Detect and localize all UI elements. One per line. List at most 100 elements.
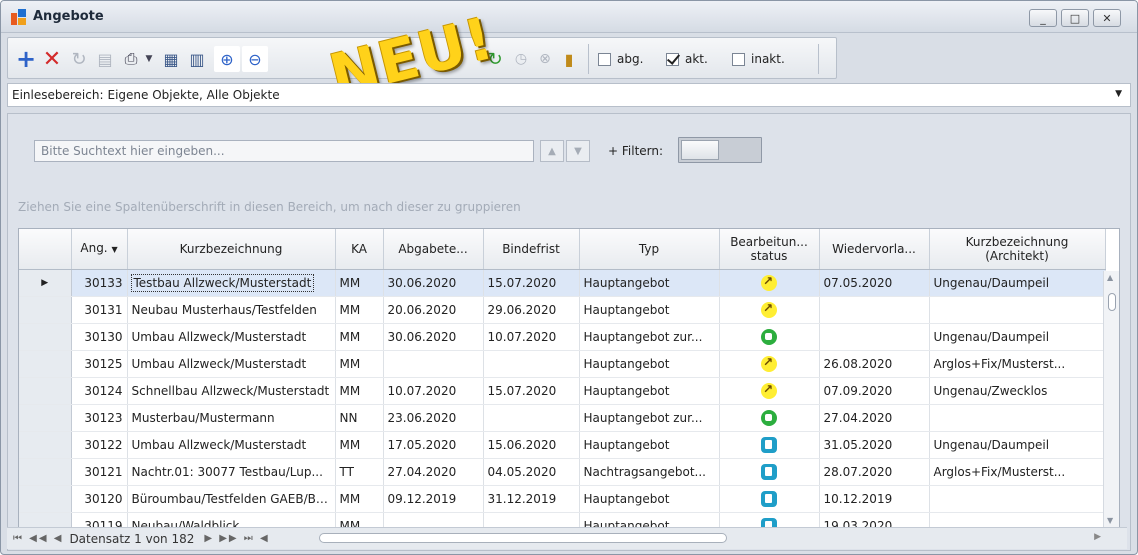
cell-kurzbezeichnung[interactable]: Umbau Allzweck/Musterstadt (127, 323, 336, 351)
cell-typ[interactable]: Hauptangebot (579, 512, 720, 527)
column-header-status[interactable]: Bearbeitun... status (719, 229, 820, 270)
cell-ka[interactable]: TT (335, 458, 384, 486)
cell-status[interactable] (719, 458, 820, 486)
table-row[interactable]: 30131 Neubau Musterhaus/Testfelden MM 20.06… (19, 296, 1106, 324)
row-indicator[interactable] (19, 458, 72, 486)
column-header-wiedervorlage[interactable]: Wiedervorla... (819, 229, 930, 270)
cell-bindefrist[interactable]: 15.06.2020 (483, 431, 580, 459)
cell-architekt[interactable] (929, 404, 1106, 432)
cell-architekt[interactable]: Ungenau/Zwecklos (929, 377, 1106, 405)
cell-typ[interactable]: Hauptangebot (579, 350, 720, 378)
cell-wiedervorlage[interactable] (819, 296, 930, 324)
cell-ang[interactable]: 30124 (71, 377, 128, 405)
cell-bindefrist[interactable]: 04.05.2020 (483, 458, 580, 486)
cell-kurzbezeichnung[interactable]: Nachtr.01: 30077 Testbau/Lup... (127, 458, 336, 486)
table-row[interactable]: 30121 Nachtr.01: 30077 Testbau/Lup... TT 27… (19, 458, 1106, 486)
cell-ka[interactable]: MM (335, 350, 384, 378)
table-row[interactable]: 30123 Musterbau/Mustermann NN 23.06.2020 Hau… (19, 404, 1106, 432)
range-value[interactable]: Eigene Objekte, Alle Objekte (104, 88, 280, 102)
cell-ka[interactable]: NN (335, 404, 384, 432)
cell-status[interactable] (719, 269, 820, 297)
cell-ang[interactable]: 30125 (71, 350, 128, 378)
cell-ka[interactable]: MM (335, 485, 384, 513)
clipboard-icon[interactable]: ▮ (558, 46, 580, 72)
cell-kurzbezeichnung[interactable]: Neubau/Waldblick (127, 512, 336, 527)
cell-kurzbezeichnung[interactable]: Testbau Allzweck/Musterstadt (127, 269, 336, 297)
row-indicator[interactable] (19, 323, 72, 351)
search-input[interactable]: Bitte Suchtext hier eingeben... (34, 140, 534, 162)
cell-ang[interactable]: 30123 (71, 404, 128, 432)
first-prev-record-icon[interactable]: ⏮ ◀◀ ◀ (7, 533, 69, 544)
close-button[interactable]: ✕ (1093, 9, 1121, 27)
cell-typ[interactable]: Hauptangebot (579, 485, 720, 513)
table-row[interactable]: 30125 Umbau Allzweck/Musterstadt MM Hauptan… (19, 350, 1106, 378)
table-row[interactable]: 30124 Schnellbau Allzweck/Musterstadt MM 10… (19, 377, 1106, 405)
cell-bindefrist[interactable] (483, 512, 580, 527)
cell-abgabetermin[interactable]: 23.06.2020 (383, 404, 484, 432)
checkbox-abg[interactable]: abg. (598, 52, 643, 66)
checkbox-akt[interactable]: akt. (666, 52, 708, 66)
checkbox-inakt-box[interactable] (732, 52, 745, 66)
range-bar[interactable]: Einlesebereich: Eigene Objekte, Alle Obj… (7, 83, 1131, 107)
cell-abgabetermin[interactable]: 20.06.2020 (383, 296, 484, 324)
cell-ka[interactable]: MM (335, 296, 384, 324)
cell-status[interactable] (719, 404, 820, 432)
cell-status[interactable] (719, 512, 820, 527)
cell-architekt[interactable] (929, 485, 1106, 513)
maximize-button[interactable]: □ (1061, 9, 1089, 27)
row-indicator[interactable] (19, 377, 72, 405)
row-indicator[interactable] (19, 431, 72, 459)
cell-status[interactable] (719, 485, 820, 513)
table-icon[interactable]: ▥ (186, 46, 208, 72)
row-indicator[interactable] (19, 512, 72, 527)
cell-abgabetermin[interactable] (383, 512, 484, 527)
cell-ang[interactable]: 30120 (71, 485, 128, 513)
cell-kurzbezeichnung[interactable]: Umbau Allzweck/Musterstadt (127, 350, 336, 378)
column-header-bindefrist[interactable]: Bindefrist (483, 229, 580, 270)
cell-abgabetermin[interactable]: 30.06.2020 (383, 323, 484, 351)
cell-bindefrist[interactable]: 29.06.2020 (483, 296, 580, 324)
checkbox-inakt[interactable]: inakt. (732, 52, 785, 66)
cell-bindefrist[interactable]: 31.12.2019 (483, 485, 580, 513)
delete-icon[interactable]: ✕ (40, 46, 64, 72)
checkbox-abg-box[interactable] (598, 52, 611, 66)
cell-typ[interactable]: Hauptangebot (579, 269, 720, 297)
next-last-record-icon[interactable]: ▶ ▶▶ ⏭ ◀ (194, 533, 275, 544)
cell-typ[interactable]: Hauptangebot (579, 377, 720, 405)
cell-kurzbezeichnung[interactable]: Umbau Allzweck/Musterstadt (127, 431, 336, 459)
cell-bindefrist[interactable]: 15.07.2020 (483, 377, 580, 405)
cell-status[interactable] (719, 377, 820, 405)
cell-architekt[interactable]: Arglos+Fix/Musterst... (929, 350, 1106, 378)
cell-wiedervorlage[interactable]: 27.04.2020 (819, 404, 930, 432)
cell-wiedervorlage[interactable]: 10.12.2019 (819, 485, 930, 513)
cell-status[interactable] (719, 296, 820, 324)
cell-status[interactable] (719, 350, 820, 378)
cell-typ[interactable]: Hauptangebot (579, 431, 720, 459)
column-header-kurzbezeichnung[interactable]: Kurzbezeichnung (127, 229, 336, 270)
cell-wiedervorlage[interactable] (819, 323, 930, 351)
row-indicator[interactable] (19, 350, 72, 378)
cell-typ[interactable]: Hauptangebot (579, 296, 720, 324)
range-dropdown-icon[interactable]: ▼ (1115, 89, 1122, 99)
row-indicator[interactable] (19, 485, 72, 513)
search-prev-button[interactable]: ▲ (540, 140, 564, 162)
cell-bindefrist[interactable]: 15.07.2020 (483, 269, 580, 297)
scroll-thumb[interactable] (1108, 293, 1116, 311)
cell-typ[interactable]: Nachtragsangebot... (579, 458, 720, 486)
scroll-down-icon[interactable]: ▼ (1107, 516, 1113, 525)
cell-kurzbezeichnung[interactable]: Neubau Musterhaus/Testfelden (127, 296, 336, 324)
table-row[interactable]: ▶ 30133 Testbau Allzweck/Musterstadt MM 30.0… (19, 269, 1106, 297)
column-header-typ[interactable]: Typ (579, 229, 720, 270)
cell-abgabetermin[interactable] (383, 350, 484, 378)
column-header-architekt[interactable]: Kurzbezeichnung (Architekt) (929, 229, 1106, 270)
cell-architekt[interactable]: Ungenau/Daumpeil (929, 323, 1106, 351)
checkbox-akt-box[interactable] (666, 52, 679, 66)
cell-ka[interactable]: MM (335, 269, 384, 297)
table-row[interactable]: 30130 Umbau Allzweck/Musterstadt MM 30.06.2… (19, 323, 1106, 351)
cell-ang[interactable]: 30133 (71, 269, 128, 297)
cell-wiedervorlage[interactable]: 07.09.2020 (819, 377, 930, 405)
cell-bindefrist[interactable]: 10.07.2020 (483, 323, 580, 351)
cell-bindefrist[interactable] (483, 404, 580, 432)
table-row[interactable]: 30120 Büroumbau/Testfelden GAEB/Bi... MM 09… (19, 485, 1106, 513)
cell-kurzbezeichnung[interactable]: Musterbau/Mustermann (127, 404, 336, 432)
